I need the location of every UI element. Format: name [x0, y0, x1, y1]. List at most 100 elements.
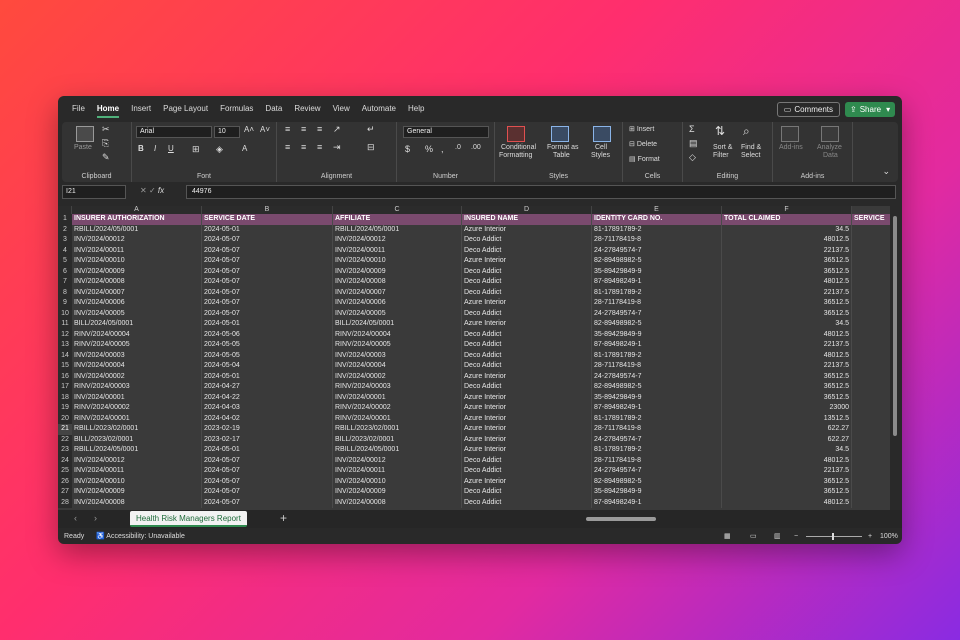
fill-color-icon[interactable]: ◈ [216, 144, 223, 155]
cell[interactable]: 81-17891789-2 [592, 350, 722, 361]
cell[interactable]: 82-89498982-5 [592, 319, 722, 330]
align-center-icon[interactable]: ≡ [301, 142, 306, 152]
cell[interactable]: 36512.5 [722, 371, 852, 382]
merge-icon[interactable]: ⊟ [367, 142, 375, 153]
row-number[interactable]: 6 [58, 266, 72, 277]
clear-icon[interactable]: ◇ [689, 152, 696, 163]
cell[interactable]: 24-27849574-7 [592, 245, 722, 256]
cell[interactable]: 2024-05-07 [202, 455, 333, 466]
cell[interactable]: 2024-05-07 [202, 298, 333, 309]
cell[interactable]: INV/2024/00001 [333, 392, 462, 403]
cell[interactable]: INV/2024/00006 [333, 298, 462, 309]
cell[interactable]: RINV/2024/00003 [72, 382, 202, 393]
cell[interactable]: Deco Addict [462, 350, 592, 361]
cell[interactable]: 2024-05-01 [202, 319, 333, 330]
cell[interactable]: INV/2024/00010 [72, 256, 202, 267]
cell[interactable]: Deco Addict [462, 466, 592, 477]
cell[interactable]: INV/2024/00010 [72, 476, 202, 487]
cancel-icon[interactable]: ✕ [140, 186, 147, 195]
cell[interactable]: 81-17891789-2 [592, 287, 722, 298]
cell[interactable]: INV/2024/00002 [72, 371, 202, 382]
cell[interactable]: INV/2024/00005 [72, 308, 202, 319]
cell[interactable]: 28-71178419-8 [592, 298, 722, 309]
format-cells-button[interactable]: ▤ Format [629, 155, 660, 163]
cell[interactable]: INV/2024/00009 [333, 266, 462, 277]
cell[interactable]: 22137.5 [722, 340, 852, 351]
cell[interactable]: 2024-04-22 [202, 392, 333, 403]
cell[interactable]: INV/2024/00006 [72, 298, 202, 309]
zoom-slider[interactable] [806, 536, 862, 537]
cell[interactable]: 48012.5 [722, 350, 852, 361]
cell[interactable]: RBILL/2023/02/0001 [333, 424, 462, 435]
vertical-scroll-thumb[interactable] [893, 216, 897, 436]
cell[interactable]: 24-27849574-7 [592, 308, 722, 319]
cell[interactable]: 2024-05-01 [202, 371, 333, 382]
cell[interactable]: 2024-05-07 [202, 308, 333, 319]
currency-icon[interactable]: $ [405, 144, 410, 154]
cell[interactable]: INV/2024/00008 [72, 497, 202, 508]
cell[interactable]: Deco Addict [462, 497, 592, 508]
cell[interactable]: 2024-05-01 [202, 445, 333, 456]
cell[interactable]: 2024-05-07 [202, 266, 333, 277]
row-number[interactable]: 17 [58, 382, 72, 393]
cell[interactable]: 82-89498982-5 [592, 256, 722, 267]
cell[interactable]: INV/2024/00008 [72, 277, 202, 288]
cell[interactable]: Azure Interior [462, 403, 592, 414]
fx-icon[interactable]: fx [158, 186, 164, 195]
cell[interactable]: 36512.5 [722, 256, 852, 267]
cell[interactable]: Deco Addict [462, 340, 592, 351]
cell[interactable]: Azure Interior [462, 476, 592, 487]
cell[interactable]: Deco Addict [462, 455, 592, 466]
row-number[interactable]: 22 [58, 434, 72, 445]
paste-icon[interactable] [76, 126, 94, 142]
cell[interactable]: 87-89498249-1 [592, 277, 722, 288]
cell[interactable]: 35-89429849-9 [592, 266, 722, 277]
row-number[interactable]: 11 [58, 319, 72, 330]
cell[interactable]: 22137.5 [722, 245, 852, 256]
cell[interactable]: INV/2024/00009 [333, 487, 462, 498]
cell[interactable]: 2024-05-07 [202, 476, 333, 487]
normal-view-icon[interactable]: ▦ [724, 529, 731, 544]
align-top-icon[interactable]: ≡ [285, 124, 290, 134]
cell[interactable]: 36512.5 [722, 266, 852, 277]
spreadsheet-grid[interactable]: ABCDEF 1 INSURER AUTHORIZATION SERVICE DAT… [58, 206, 890, 510]
cell[interactable]: 36512.5 [722, 392, 852, 403]
cell[interactable]: 2024-05-07 [202, 497, 333, 508]
row-number[interactable]: 10 [58, 308, 72, 319]
cell[interactable]: BILL/2024/05/0001 [72, 319, 202, 330]
cell[interactable]: 87-89498249-1 [592, 340, 722, 351]
row-number[interactable]: 23 [58, 445, 72, 456]
column-title[interactable]: INSURED NAME [462, 214, 592, 225]
cell[interactable]: INV/2024/00012 [72, 455, 202, 466]
column-title[interactable]: SERVICE [852, 214, 890, 225]
cell[interactable]: 36512.5 [722, 487, 852, 498]
cell[interactable]: 22137.5 [722, 287, 852, 298]
menu-home[interactable]: Home [91, 96, 125, 122]
menu-view[interactable]: View [327, 96, 356, 122]
row-number[interactable]: 24 [58, 455, 72, 466]
font-size-select[interactable]: 10 [214, 126, 240, 138]
cell[interactable]: INV/2024/00009 [72, 487, 202, 498]
increase-font-icon[interactable]: A˄ [244, 125, 254, 134]
cell[interactable]: 622.27 [722, 424, 852, 435]
column-header-c[interactable]: C [333, 206, 462, 214]
cell[interactable]: 2024-05-07 [202, 287, 333, 298]
analyze-data-icon[interactable] [821, 126, 839, 142]
cell[interactable]: 36512.5 [722, 298, 852, 309]
row-number[interactable]: 27 [58, 487, 72, 498]
column-title[interactable]: AFFILIATE [333, 214, 462, 225]
cell[interactable]: RINV/2024/00002 [72, 403, 202, 414]
cell[interactable]: 22137.5 [722, 361, 852, 372]
cell[interactable]: INV/2024/00001 [72, 392, 202, 403]
cell[interactable]: INV/2024/00009 [72, 266, 202, 277]
cell[interactable]: RBILL/2023/02/0001 [72, 424, 202, 435]
decrease-decimal-icon[interactable]: .00 [471, 144, 481, 151]
cell[interactable]: 48012.5 [722, 455, 852, 466]
cell[interactable]: BILL/2023/02/0001 [333, 434, 462, 445]
cell[interactable]: INV/2024/00002 [333, 371, 462, 382]
cell[interactable]: INV/2024/00005 [333, 308, 462, 319]
cell[interactable]: RINV/2024/00002 [333, 403, 462, 414]
addins-icon[interactable] [781, 126, 799, 142]
cell[interactable]: INV/2024/00008 [333, 277, 462, 288]
cell[interactable]: INV/2024/00004 [72, 361, 202, 372]
